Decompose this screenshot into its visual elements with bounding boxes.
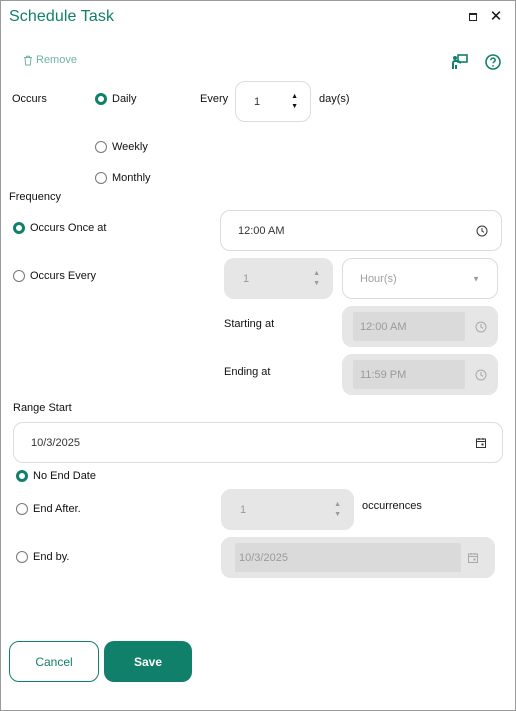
- dialog-title: Schedule Task: [9, 8, 115, 25]
- close-button[interactable]: ✕: [489, 9, 503, 24]
- increment-icon[interactable]: ▲: [313, 270, 320, 278]
- schedule-task-dialog: Schedule Task ✕ Remove Occurs Daily Week…: [0, 0, 516, 711]
- radio-monthly-label: Monthly: [112, 172, 151, 184]
- radio-end-by-label: End by.: [33, 551, 70, 563]
- radio-end-after-label: End After.: [33, 503, 81, 515]
- remove-button[interactable]: Remove: [23, 54, 77, 66]
- radio-dot: [95, 93, 107, 105]
- radio-daily-label: Daily: [112, 93, 137, 105]
- clock-icon[interactable]: [476, 225, 488, 237]
- range-start-label: Range Start: [13, 402, 72, 414]
- remove-label: Remove: [36, 54, 77, 66]
- radio-weekly[interactable]: Weekly: [95, 141, 148, 153]
- radio-dot: [16, 503, 28, 515]
- increment-icon[interactable]: ▲: [334, 501, 341, 509]
- every-label: Every: [200, 93, 229, 105]
- range-start-date-input[interactable]: 10/3/2025: [13, 422, 503, 463]
- radio-dot: [16, 551, 28, 563]
- chevron-down-icon[interactable]: ▼: [472, 274, 480, 283]
- end-after-value: 1: [240, 503, 247, 516]
- radio-daily[interactable]: Daily: [95, 93, 136, 105]
- end-by-date-input[interactable]: 10/3/2025: [221, 537, 495, 578]
- ending-at-input[interactable]: 11:59 PM: [342, 354, 498, 395]
- trash-icon: [24, 55, 32, 65]
- every-days-stepper[interactable]: 1 ▲ ▼: [235, 81, 311, 122]
- ending-at-label: Ending at: [224, 366, 271, 378]
- radio-dot: [95, 172, 107, 184]
- radio-monthly[interactable]: Monthly: [95, 172, 151, 184]
- once-time-value: 12:00 AM: [238, 224, 285, 237]
- decrement-icon[interactable]: ▼: [313, 280, 320, 288]
- presenter-icon[interactable]: [451, 53, 469, 71]
- end-after-stepper[interactable]: 1 ▲ ▼: [221, 489, 354, 530]
- decrement-icon[interactable]: ▼: [291, 103, 298, 111]
- radio-end-after[interactable]: End After.: [16, 503, 81, 515]
- range-start-date-value: 10/3/2025: [31, 436, 80, 449]
- cancel-button[interactable]: Cancel: [9, 641, 99, 682]
- occurs-label: Occurs: [12, 93, 47, 105]
- stepper-arrows[interactable]: ▲ ▼: [313, 270, 320, 288]
- clock-icon[interactable]: [475, 369, 487, 381]
- calendar-icon[interactable]: [475, 437, 487, 449]
- occurs-every-stepper[interactable]: 1 ▲ ▼: [224, 258, 333, 299]
- starting-at-label: Starting at: [224, 318, 275, 330]
- maximize-icon: [469, 13, 477, 21]
- radio-dot: [95, 141, 107, 153]
- maximize-button[interactable]: [466, 10, 480, 24]
- decrement-icon[interactable]: ▼: [334, 511, 341, 519]
- stepper-arrows[interactable]: ▲ ▼: [291, 93, 298, 111]
- stepper-arrows[interactable]: ▲ ▼: [334, 501, 341, 519]
- radio-no-end-date[interactable]: No End Date: [16, 470, 96, 482]
- end-by-date-value: 10/3/2025: [239, 551, 288, 564]
- starting-at-value: 12:00 AM: [360, 320, 407, 333]
- occurrences-label: occurrences: [362, 500, 422, 512]
- radio-dot: [13, 222, 25, 234]
- help-circle-icon[interactable]: [484, 53, 502, 71]
- frequency-label: Frequency: [9, 191, 61, 203]
- radio-end-by[interactable]: End by.: [16, 551, 70, 563]
- every-days-value: 1: [254, 95, 261, 108]
- calendar-icon[interactable]: [467, 552, 479, 564]
- days-unit-label: day(s): [319, 93, 350, 105]
- radio-occurs-once[interactable]: Occurs Once at: [13, 222, 106, 234]
- occurs-every-value: 1: [243, 272, 250, 285]
- radio-occurs-once-label: Occurs Once at: [30, 222, 107, 234]
- ending-at-value: 11:59 PM: [360, 368, 407, 381]
- increment-icon[interactable]: ▲: [291, 93, 298, 101]
- clock-icon[interactable]: [475, 321, 487, 333]
- save-button[interactable]: Save: [104, 641, 192, 682]
- once-time-input[interactable]: 12:00 AM: [220, 210, 502, 251]
- radio-dot: [16, 470, 28, 482]
- radio-occurs-every[interactable]: Occurs Every: [13, 270, 96, 282]
- radio-weekly-label: Weekly: [112, 141, 148, 153]
- interval-unit-select[interactable]: Hour(s) ▼: [342, 258, 498, 299]
- interval-unit-value: Hour(s): [360, 272, 397, 285]
- radio-dot: [13, 270, 25, 282]
- radio-no-end-date-label: No End Date: [33, 470, 96, 482]
- starting-at-input[interactable]: 12:00 AM: [342, 306, 498, 347]
- radio-occurs-every-label: Occurs Every: [30, 270, 97, 282]
